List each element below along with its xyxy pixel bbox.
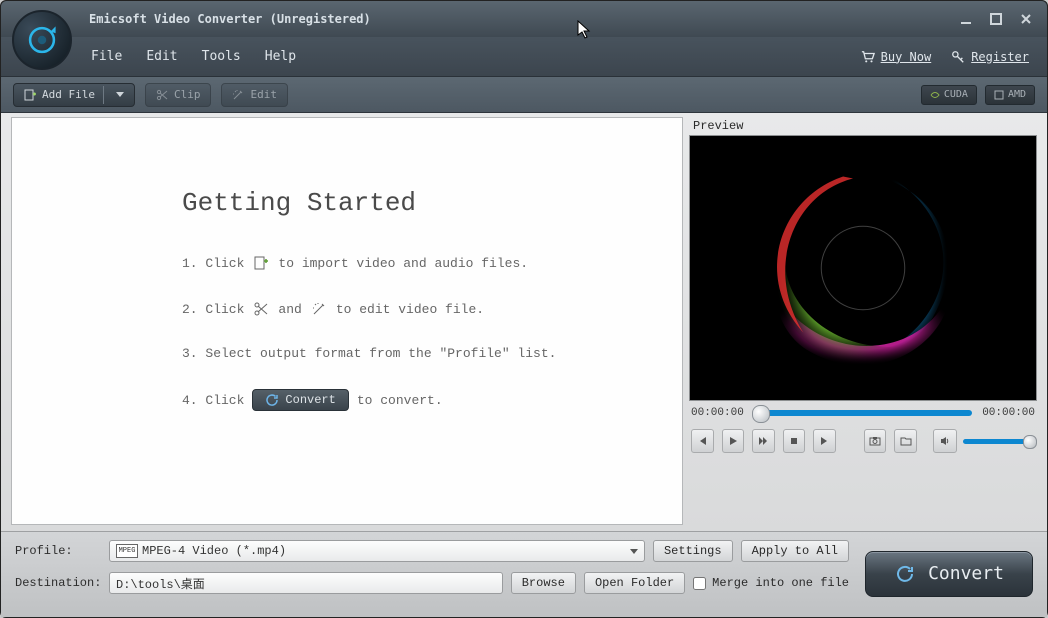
play-button[interactable] xyxy=(722,429,745,453)
fast-forward-button[interactable] xyxy=(752,429,775,453)
stop-button[interactable] xyxy=(783,429,806,453)
chevron-down-icon[interactable] xyxy=(116,92,124,97)
cuda-badge[interactable]: CUDA xyxy=(921,85,977,105)
add-file-icon xyxy=(24,89,36,101)
scissors-icon xyxy=(156,89,168,101)
prev-button[interactable] xyxy=(691,429,714,453)
menu-file[interactable]: File xyxy=(91,49,122,64)
volume-slider[interactable] xyxy=(963,439,1035,444)
time-total: 00:00:00 xyxy=(982,407,1035,419)
browse-button[interactable]: Browse xyxy=(511,572,576,594)
add-file-button[interactable]: Add File xyxy=(13,83,135,107)
add-file-icon xyxy=(252,254,270,272)
getting-started-heading: Getting Started xyxy=(182,188,652,218)
app-logo xyxy=(12,10,72,70)
preview-viewport xyxy=(689,135,1037,401)
snapshot-button[interactable] xyxy=(864,429,887,453)
time-current: 00:00:00 xyxy=(691,407,744,419)
edit-button: Edit xyxy=(221,83,288,107)
destination-input[interactable]: D:\tools\桌面 xyxy=(109,572,503,594)
toolbar: Add File Clip Edit CUDA AMD xyxy=(1,77,1047,113)
apply-all-button[interactable]: Apply to All xyxy=(741,540,849,562)
register-link[interactable]: Register xyxy=(951,50,1029,64)
next-button[interactable] xyxy=(813,429,836,453)
menu-help[interactable]: Help xyxy=(265,49,296,64)
cart-icon xyxy=(861,50,875,64)
seek-slider[interactable] xyxy=(754,410,972,416)
profile-combo[interactable]: MPEG MPEG-4 Video (*.mp4) xyxy=(109,540,645,562)
close-button[interactable] xyxy=(1015,10,1037,28)
step-3: 3. Select output format from the "Profil… xyxy=(182,346,652,361)
menu-edit[interactable]: Edit xyxy=(146,49,177,64)
open-dest-folder-button[interactable]: Open Folder xyxy=(584,572,685,594)
chevron-down-icon xyxy=(630,549,638,554)
refresh-icon xyxy=(265,393,279,407)
step-4: 4. Click Convert to convert. xyxy=(182,389,652,411)
body-area: Getting Started 1. Click to import video… xyxy=(1,113,1047,531)
minimize-button[interactable] xyxy=(955,10,977,28)
key-icon xyxy=(951,50,965,64)
open-folder-button[interactable] xyxy=(894,429,917,453)
merge-checkbox-input[interactable] xyxy=(693,577,706,590)
wand-icon xyxy=(232,89,244,101)
convert-pill: Convert xyxy=(252,389,348,411)
preview-panel: Preview xyxy=(689,117,1037,525)
refresh-icon xyxy=(894,563,916,585)
scissors-icon xyxy=(252,300,270,318)
amd-badge[interactable]: AMD xyxy=(985,85,1035,105)
settings-button[interactable]: Settings xyxy=(653,540,733,562)
seek-row: 00:00:00 00:00:00 xyxy=(689,401,1037,425)
mpeg-icon: MPEG xyxy=(116,544,138,558)
preview-label: Preview xyxy=(689,117,1037,135)
window-title: Emicsoft Video Converter (Unregistered) xyxy=(89,12,371,26)
amd-icon xyxy=(994,90,1004,100)
menubar: File Edit Tools Help Buy Now Register xyxy=(1,37,1047,77)
bottom-bar: Profile: MPEG MPEG-4 Video (*.mp4) Setti… xyxy=(1,531,1047,617)
file-list-panel: Getting Started 1. Click to import video… xyxy=(11,117,683,525)
titlebar: Emicsoft Video Converter (Unregistered) xyxy=(1,1,1047,37)
convert-button[interactable]: Convert xyxy=(865,551,1033,597)
nvidia-icon xyxy=(930,90,940,100)
maximize-button[interactable] xyxy=(985,10,1007,28)
player-controls xyxy=(689,425,1037,457)
step-1: 1. Click to import video and audio files… xyxy=(182,254,652,272)
merge-checkbox[interactable]: Merge into one file xyxy=(693,576,849,590)
split-divider xyxy=(103,86,104,104)
step-2: 2. Click and to edit video file. xyxy=(182,300,652,318)
app-window: Emicsoft Video Converter (Unregistered) … xyxy=(0,0,1048,618)
profile-label: Profile: xyxy=(15,544,101,558)
wand-icon xyxy=(310,300,328,318)
buy-now-link[interactable]: Buy Now xyxy=(861,50,932,64)
mute-button[interactable] xyxy=(933,429,957,453)
destination-label: Destination: xyxy=(15,576,101,590)
clip-button: Clip xyxy=(145,83,212,107)
menu-tools[interactable]: Tools xyxy=(202,49,241,64)
getting-started: Getting Started 1. Click to import video… xyxy=(12,118,682,459)
preview-image xyxy=(690,136,1036,400)
